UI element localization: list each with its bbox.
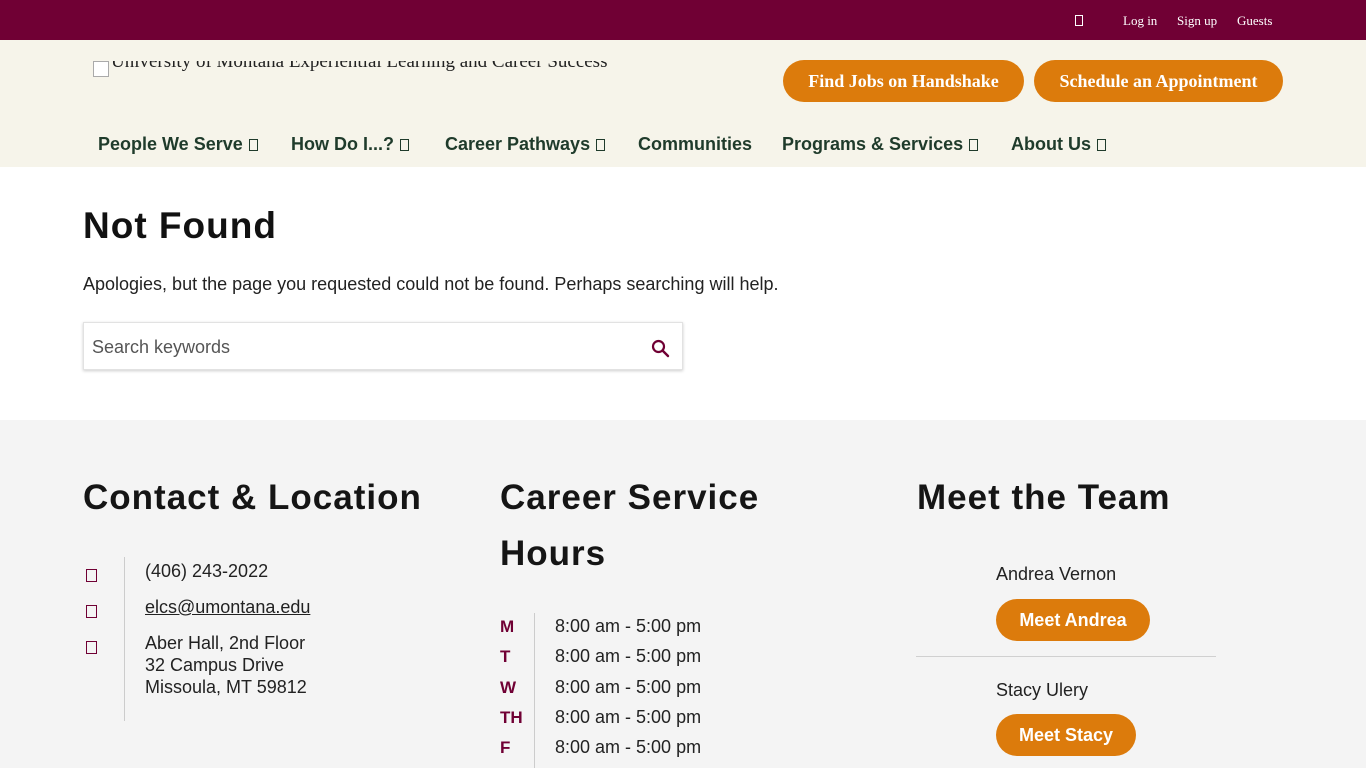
dropdown-icon bbox=[400, 139, 409, 151]
broken-image-icon bbox=[93, 61, 109, 77]
guests-link[interactable]: Guests bbox=[1237, 13, 1272, 29]
email-link[interactable]: elcs@umontana.edu bbox=[145, 596, 310, 618]
meet-andrea-button[interactable]: Meet Andrea bbox=[996, 599, 1150, 641]
nav-about-us[interactable]: About Us bbox=[1011, 134, 1106, 155]
address-line: 32 Campus Drive bbox=[145, 655, 285, 675]
nav-label: About Us bbox=[1011, 134, 1091, 154]
day-label: TH bbox=[500, 708, 523, 727]
team-member-name: Andrea Vernon bbox=[996, 564, 1117, 584]
hours-value: 8:00 am - 5:00 pm bbox=[555, 616, 702, 636]
dropdown-icon bbox=[248, 139, 258, 151]
nav-label: Communities bbox=[638, 134, 753, 154]
nav-how-do-i[interactable]: How Do I...? bbox=[291, 134, 409, 155]
contact-heading: Contact & Location bbox=[83, 478, 422, 517]
utility-bar: Log in Sign up Guests bbox=[0, 0, 1366, 40]
hours-value: 8:00 am - 5:00 pm bbox=[555, 677, 702, 697]
team-divider bbox=[916, 656, 1216, 657]
address-line: Missoula, MT 59812 bbox=[145, 677, 307, 697]
schedule-appointment-button[interactable]: Schedule an Appointment bbox=[1034, 60, 1283, 102]
address-line: Aber Hall, 2nd Floor bbox=[145, 633, 306, 653]
nav-people-we-serve[interactable]: People We Serve bbox=[98, 134, 258, 155]
signup-link[interactable]: Sign up bbox=[1177, 13, 1217, 29]
hours-value: 8:00 am - 5:00 pm bbox=[555, 737, 702, 757]
day-label: T bbox=[500, 647, 511, 666]
hours-heading: Career Service Hours bbox=[500, 470, 759, 582]
nav-label: How Do I...? bbox=[291, 134, 394, 154]
search-input[interactable] bbox=[90, 333, 634, 361]
day-label: M bbox=[500, 617, 515, 636]
page-title: Not Found bbox=[83, 205, 277, 246]
site-header: University of Montana Experiential Learn… bbox=[0, 40, 1366, 167]
account-icon[interactable] bbox=[1075, 15, 1083, 26]
phone-icon bbox=[86, 569, 97, 582]
address: Aber Hall, 2nd Floor 32 Campus Drive Mis… bbox=[145, 632, 307, 698]
day-label: F bbox=[500, 738, 511, 757]
logo-alt-text: University of Montana Experiential Learn… bbox=[111, 61, 608, 72]
meet-stacy-button[interactable]: Meet Stacy bbox=[996, 714, 1136, 756]
nav-label: People We Serve bbox=[98, 134, 243, 154]
nav-programs-services[interactable]: Programs & Services bbox=[782, 134, 979, 155]
hours-value: 8:00 am - 5:00 pm bbox=[555, 707, 702, 727]
nav-label: Career Pathways bbox=[445, 134, 591, 154]
nav-career-pathways[interactable]: Career Pathways bbox=[445, 134, 606, 155]
search-icon[interactable] bbox=[650, 338, 672, 360]
dropdown-icon bbox=[969, 139, 979, 151]
hours-heading-line: Career Service bbox=[500, 478, 760, 517]
site-logo[interactable]: University of Montana Experiential Learn… bbox=[93, 61, 663, 87]
site-footer: Contact & Location (406) 243-2022 elcs@u… bbox=[0, 420, 1366, 768]
hours-heading-line: Hours bbox=[500, 534, 607, 573]
day-label: W bbox=[500, 678, 517, 697]
dropdown-icon bbox=[596, 139, 606, 151]
hours-value: 8:00 am - 5:00 pm bbox=[555, 646, 702, 666]
hours-divider bbox=[534, 613, 535, 768]
not-found-message: Apologies, but the page you requested co… bbox=[83, 274, 779, 294]
team-member-name: Stacy Ulery bbox=[996, 680, 1089, 700]
contact-divider bbox=[124, 557, 125, 721]
email-icon bbox=[86, 605, 97, 618]
dropdown-icon bbox=[1097, 139, 1106, 151]
phone-number[interactable]: (406) 243-2022 bbox=[145, 560, 268, 582]
search-box bbox=[83, 322, 683, 370]
find-jobs-button[interactable]: Find Jobs on Handshake bbox=[783, 60, 1024, 102]
location-icon bbox=[86, 641, 97, 654]
nav-communities[interactable]: Communities bbox=[638, 134, 752, 155]
nav-label: Programs & Services bbox=[782, 134, 964, 154]
team-heading: Meet the Team bbox=[917, 478, 1171, 517]
login-link[interactable]: Log in bbox=[1123, 13, 1157, 29]
